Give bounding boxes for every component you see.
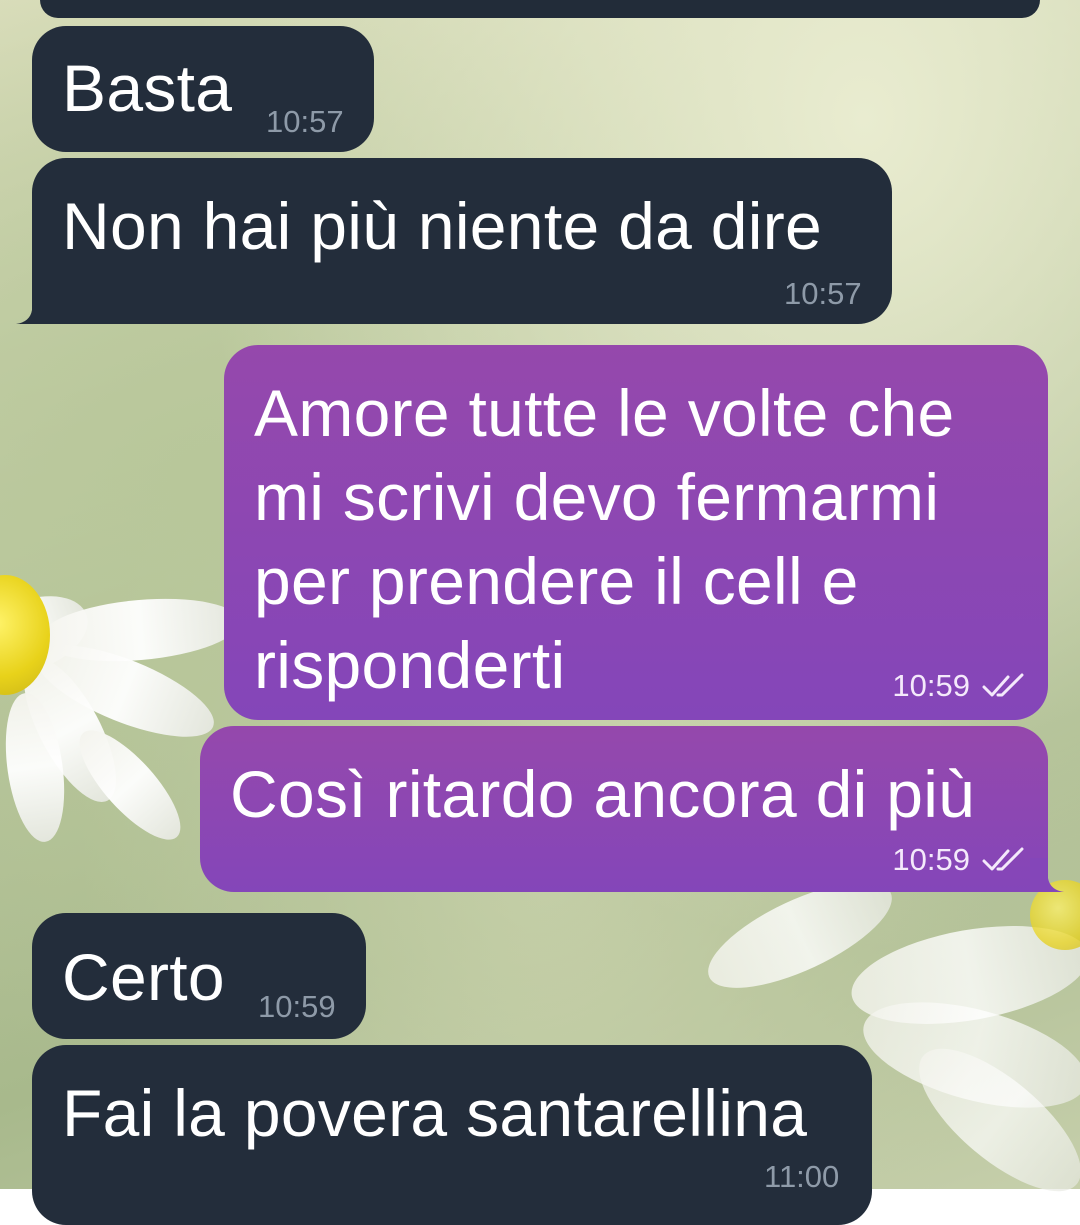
- bubble-tail: [1030, 858, 1064, 892]
- bubble-tail: [16, 290, 54, 324]
- read-double-check-icon: [982, 673, 1024, 697]
- message-time: 10:57: [784, 276, 862, 311]
- message-text: Così ritardo ancora di più: [230, 757, 976, 831]
- message-text: Certo: [62, 940, 225, 1014]
- message-text: Fai la povera santarellina: [62, 1076, 808, 1150]
- message-meta: 10:59: [892, 668, 1028, 704]
- message-meta: 10:59: [892, 842, 1028, 878]
- message-bubble-incoming[interactable]: Non hai più niente da dire 10:57: [32, 158, 892, 324]
- message-bubble-incoming[interactable]: Certo 10:59: [32, 913, 366, 1039]
- message-time: 10:59: [892, 668, 970, 703]
- message-bubble-incoming[interactable]: Fai la povera santarellina 11:00: [32, 1045, 872, 1225]
- previous-message-bubble-edge[interactable]: [40, 0, 1040, 18]
- message-time: 10:59: [258, 989, 336, 1024]
- message-text: Basta: [62, 51, 233, 125]
- message-bubble-outgoing[interactable]: Così ritardo ancora di più 10:59: [200, 726, 1048, 892]
- message-bubble-incoming[interactable]: Basta 10:57: [32, 26, 374, 152]
- message-time: 10:59: [892, 842, 970, 877]
- read-double-check-icon: [982, 847, 1024, 871]
- message-time: 11:00: [764, 1159, 840, 1194]
- message-text: Non hai più niente da dire: [62, 189, 822, 263]
- message-time: 10:57: [266, 104, 344, 139]
- message-bubble-outgoing[interactable]: Amore tutte le volte che mi scrivi devo …: [224, 345, 1048, 720]
- message-text: Amore tutte le volte che mi scrivi devo …: [254, 376, 955, 702]
